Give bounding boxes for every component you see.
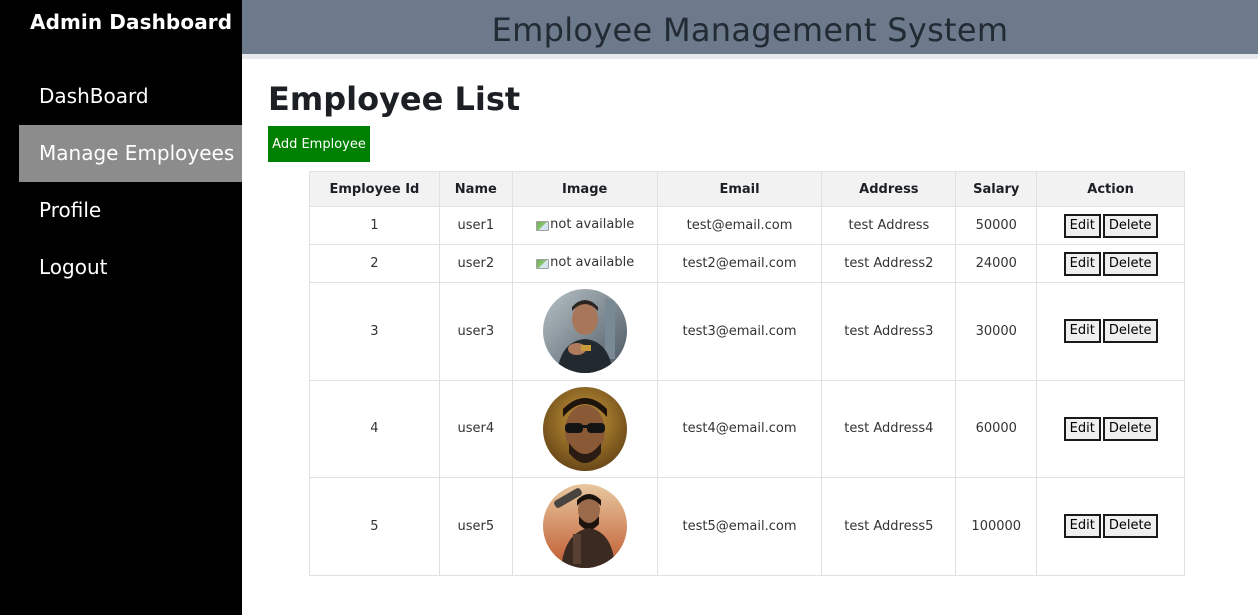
delete-button[interactable]: Delete xyxy=(1102,416,1158,441)
cell-salary: 24000 xyxy=(955,244,1038,283)
table-row: 1 user1 not available test@email.com tes… xyxy=(309,206,1185,245)
sidebar-item-profile[interactable]: Profile xyxy=(19,182,242,239)
cell-image: not available xyxy=(511,206,658,245)
cell-name: user5 xyxy=(438,477,513,576)
delete-button[interactable]: Delete xyxy=(1102,251,1158,276)
cell-address: test Address xyxy=(821,206,957,245)
cell-action: Edit Delete xyxy=(1036,379,1185,478)
cell-address: test Address4 xyxy=(821,379,957,478)
table-row: 3 user3 test3@email.com test Address3 30… xyxy=(309,282,1185,381)
cell-email: test3@email.com xyxy=(656,282,823,381)
image-alt-text: not available xyxy=(550,217,635,233)
image-alt-text: not available xyxy=(550,255,635,271)
edit-button[interactable]: Edit xyxy=(1063,319,1101,344)
cell-employee-id: 5 xyxy=(309,477,440,576)
employee-photo xyxy=(542,386,627,471)
cell-salary: 50000 xyxy=(955,206,1038,245)
column-header-action: Action xyxy=(1036,171,1185,207)
cell-image xyxy=(511,282,658,381)
broken-image-icon xyxy=(535,258,550,269)
table-header-row: Employee Id Name Image Email Address Sal… xyxy=(309,171,1185,207)
cell-email: test5@email.com xyxy=(656,477,823,576)
sidebar-item-dashboard[interactable]: DashBoard xyxy=(19,68,242,125)
edit-button[interactable]: Edit xyxy=(1063,213,1101,238)
cell-image xyxy=(511,477,658,576)
cell-name: user1 xyxy=(438,206,513,245)
sidebar-item-manage-employees[interactable]: Manage Employees xyxy=(19,125,242,182)
cell-salary: 100000 xyxy=(955,477,1038,576)
cell-salary: 30000 xyxy=(955,282,1038,381)
table-row: 5 user5 test5@email.com test Address5 10… xyxy=(309,477,1185,576)
cell-employee-id: 2 xyxy=(309,244,440,283)
column-header-address: Address xyxy=(821,171,957,207)
cell-action: Edit Delete xyxy=(1036,282,1185,381)
delete-button[interactable]: Delete xyxy=(1102,514,1158,539)
column-header-image: Image xyxy=(511,171,658,207)
cell-name: user2 xyxy=(438,244,513,283)
column-header-salary: Salary xyxy=(955,171,1038,207)
employee-photo xyxy=(542,289,627,374)
delete-button[interactable]: Delete xyxy=(1102,319,1158,344)
cell-salary: 60000 xyxy=(955,379,1038,478)
table-row: 2 user2 not available test2@email.com te… xyxy=(309,244,1185,283)
cell-action: Edit Delete xyxy=(1036,206,1185,245)
edit-button[interactable]: Edit xyxy=(1063,251,1101,276)
broken-image-icon xyxy=(535,220,550,231)
sidebar-item-logout[interactable]: Logout xyxy=(19,239,242,296)
cell-employee-id: 3 xyxy=(309,282,440,381)
cell-email: test4@email.com xyxy=(656,379,823,478)
column-header-name: Name xyxy=(438,171,513,207)
top-header: Employee Management System xyxy=(242,0,1258,54)
header-title: Employee Management System xyxy=(491,11,1009,49)
cell-address: test Address3 xyxy=(821,282,957,381)
page-title: Employee List xyxy=(268,80,521,118)
column-header-employee-id: Employee Id xyxy=(309,171,440,207)
sidebar-brand: Admin Dashboard xyxy=(30,10,233,34)
cell-action: Edit Delete xyxy=(1036,477,1185,576)
cell-name: user3 xyxy=(438,282,513,381)
edit-button[interactable]: Edit xyxy=(1063,416,1101,441)
cell-image xyxy=(511,379,658,478)
table-row: 4 user4 test4@email.com test Address4 60… xyxy=(309,379,1185,478)
sidebar: Admin Dashboard DashBoard Manage Employe… xyxy=(0,0,242,615)
cell-action: Edit Delete xyxy=(1036,244,1185,283)
cell-email: test@email.com xyxy=(656,206,823,245)
cell-image: not available xyxy=(511,244,658,283)
cell-name: user4 xyxy=(438,379,513,478)
sidebar-nav: DashBoard Manage Employees Profile Logou… xyxy=(19,68,242,296)
column-header-email: Email xyxy=(656,171,823,207)
employee-table: Employee Id Name Image Email Address Sal… xyxy=(309,171,1185,576)
cell-employee-id: 1 xyxy=(309,206,440,245)
cell-address: test Address5 xyxy=(821,477,957,576)
edit-button[interactable]: Edit xyxy=(1063,514,1101,539)
header-divider xyxy=(242,54,1258,59)
broken-image: not available xyxy=(535,217,634,232)
add-employee-button[interactable]: Add Employee xyxy=(268,126,370,162)
delete-button[interactable]: Delete xyxy=(1102,213,1158,238)
employee-photo xyxy=(542,484,627,569)
cell-email: test2@email.com xyxy=(656,244,823,283)
broken-image: not available xyxy=(535,255,634,270)
cell-employee-id: 4 xyxy=(309,379,440,478)
cell-address: test Address2 xyxy=(821,244,957,283)
